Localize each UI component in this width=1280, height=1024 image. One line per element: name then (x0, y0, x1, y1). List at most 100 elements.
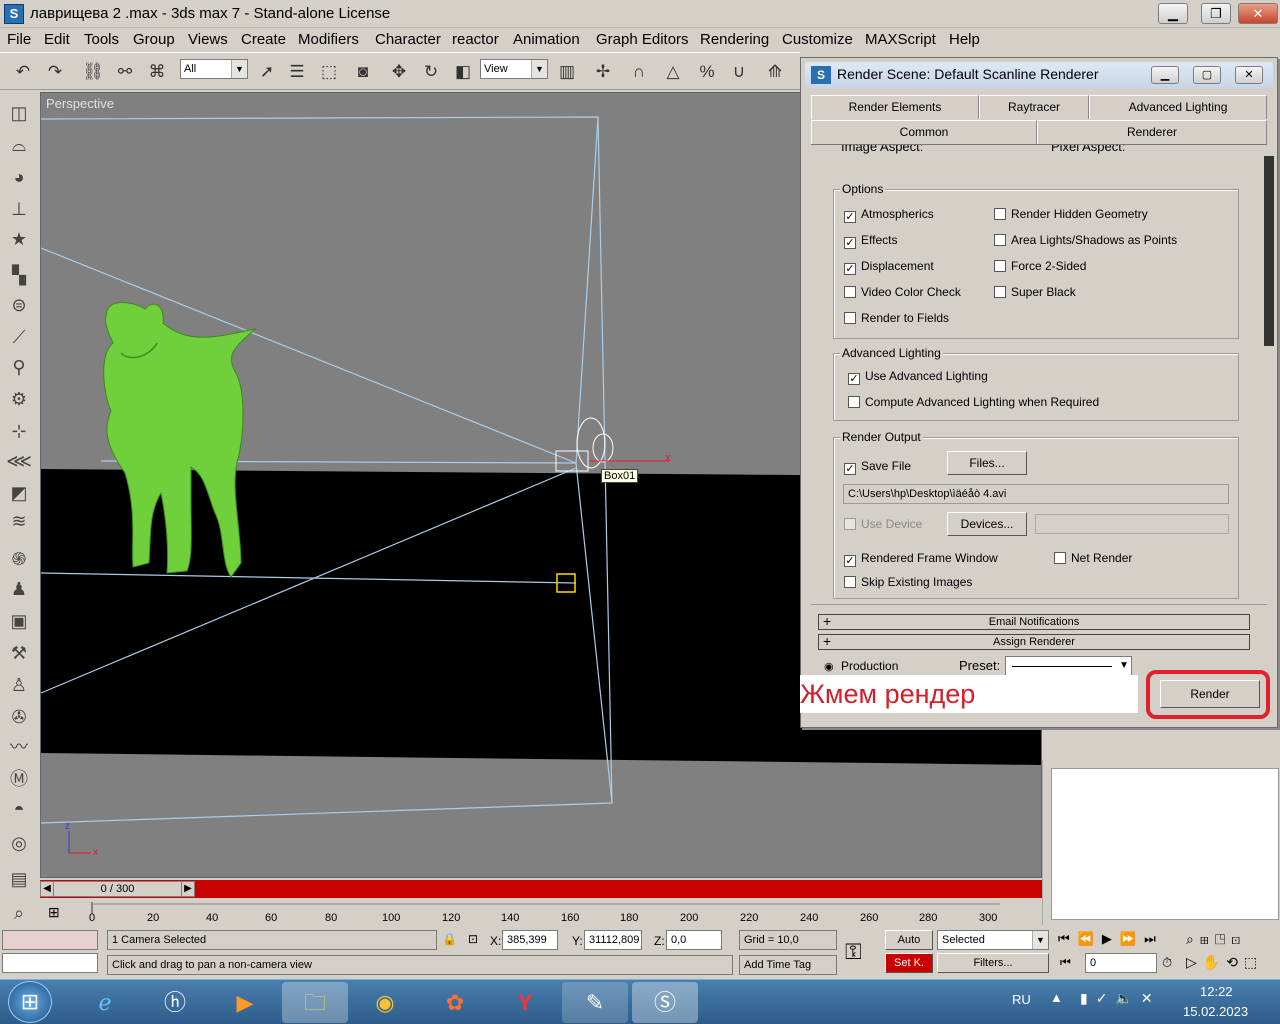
tray-icons[interactable]: ▮✓🔈✕ (1080, 990, 1161, 1007)
menu-group[interactable]: Group (133, 31, 175, 48)
timeline-ruler[interactable]: ⊞ 0 20 40 60 80 100 120 140 160 180 200 … (40, 900, 1042, 927)
next-frame-arrow-icon[interactable]: ▶ (181, 881, 195, 897)
bind-space-warp-icon[interactable]: ⌘ (144, 59, 170, 85)
zoom-icon[interactable]: ⌕ (6, 900, 32, 926)
area-lights-checkbox[interactable]: Area Lights/Shadows as Points (994, 233, 1177, 247)
menu-customize[interactable]: Customize (782, 31, 853, 48)
menu-modifiers[interactable]: Modifiers (298, 31, 359, 48)
current-frame-field[interactable]: 0 (1085, 953, 1157, 973)
force-2-sided-checkbox[interactable]: Force 2-Sided (994, 259, 1086, 273)
star-icon[interactable]: ★ (6, 226, 32, 252)
devices-button[interactable]: Devices... (947, 512, 1027, 536)
dialog-minimize-button[interactable]: ▁ (1151, 66, 1179, 84)
move-icon[interactable]: ✥ (386, 59, 412, 85)
unlink-icon[interactable]: ⚯ (112, 59, 138, 85)
time-slider[interactable]: 0 / 300 (40, 881, 195, 897)
named-selection-icon[interactable]: ⟰ (762, 59, 788, 85)
select-object-icon[interactable]: ➚ (254, 59, 280, 85)
video-color-check-checkbox[interactable]: Video Color Check (844, 285, 961, 299)
menu-reactor[interactable]: reactor (452, 31, 499, 48)
reference-coord-dropdown[interactable]: View ▼ (480, 59, 548, 79)
key-icon[interactable]: ⚿ (845, 939, 862, 965)
absolute-mode-icon[interactable]: ⊡ (468, 932, 478, 946)
effects-checkbox[interactable]: ✓ Effects (844, 233, 897, 249)
fish-icon[interactable]: ⋘ (6, 448, 32, 474)
language-indicator[interactable]: RU (1012, 992, 1031, 1007)
box-icon[interactable]: ◩ (6, 480, 32, 506)
maxscript-listener-field[interactable] (2, 930, 98, 950)
menu-create[interactable]: Create (241, 31, 286, 48)
key-mode-icon[interactable]: ⏮ (1060, 955, 1071, 970)
compute-advanced-lighting-checkbox[interactable]: Compute Advanced Lighting when Required (848, 395, 1099, 409)
time-config-icon[interactable]: ⏱ (1162, 955, 1172, 971)
email-notifications-rollout[interactable]: + Email Notifications (818, 614, 1250, 630)
wave-icon[interactable]: ≋ (6, 508, 32, 534)
menu-rendering[interactable]: Rendering (700, 31, 769, 48)
dialog-close-button[interactable]: ✕ (1235, 66, 1263, 84)
menu-edit[interactable]: Edit (44, 31, 70, 48)
internet-explorer-icon[interactable]: ℯ (72, 982, 138, 1023)
scale-icon[interactable]: ◧ (450, 59, 476, 85)
restore-button[interactable]: ❐ (1201, 3, 1231, 24)
atmospherics-checkbox[interactable]: ✓ Atmospherics (844, 207, 934, 223)
3dsmax-logo-icon[interactable]: S (4, 4, 24, 24)
link-icon[interactable]: ⛓ (80, 59, 106, 85)
close-button[interactable]: ✕ (1238, 3, 1278, 24)
tab-renderer[interactable]: Renderer (1037, 120, 1267, 144)
files-button[interactable]: Files... (947, 451, 1027, 475)
menu-help[interactable]: Help (949, 31, 980, 48)
z-coordinate-field[interactable]: 0,0 (666, 930, 722, 950)
gear-icon[interactable]: ⚙ (6, 386, 32, 412)
bone-icon[interactable]: ⚒ (6, 640, 32, 666)
menu-file[interactable]: File (7, 31, 31, 48)
start-windows-icon[interactable]: ⊞ (8, 981, 52, 1023)
manipulate-icon[interactable]: ✢ (590, 59, 616, 85)
net-render-checkbox[interactable]: Net Render (1054, 551, 1132, 565)
select-by-name-icon[interactable]: ☰ (284, 59, 310, 85)
spring-icon[interactable]: 〰 (6, 734, 32, 760)
spiral-icon[interactable]: ֍ (6, 546, 32, 572)
menu-tools[interactable]: Tools (84, 31, 119, 48)
dialog-maximize-button[interactable]: ▢ (1193, 66, 1221, 84)
helper-icon[interactable]: ⊹ (6, 418, 32, 444)
figure-icon[interactable]: ♙ (6, 672, 32, 698)
plane-icon[interactable]: ⊥ (6, 196, 32, 222)
use-advanced-lighting-checkbox[interactable]: ✓ Use Advanced Lighting (848, 369, 988, 385)
dialog-titlebar[interactable]: S Render Scene: Default Scanline Rendere… (805, 62, 1273, 88)
3dsmax-taskbar-icon[interactable]: Ⓢ (632, 982, 698, 1023)
paint-icon[interactable]: ✎ (562, 982, 628, 1023)
viewport-nav-pan-icons[interactable]: ▷✋⟲⬚ (1186, 954, 1278, 971)
clock-time[interactable]: 12:22 (1200, 984, 1233, 999)
key-filter-dropdown[interactable]: Selected ▼ (937, 930, 1049, 950)
super-black-checkbox[interactable]: Super Black (994, 285, 1076, 299)
track-view-icon[interactable]: ⊞ (48, 904, 60, 921)
use-device-checkbox[interactable]: Use Device (844, 517, 922, 531)
prev-frame-arrow-icon[interactable]: ◀ (40, 881, 54, 897)
angle-snap-icon[interactable]: △ (660, 59, 686, 85)
region-select-icon[interactable]: ⬚ (316, 59, 342, 85)
assign-renderer-rollout[interactable]: + Assign Renderer (818, 634, 1250, 650)
tray-expand-icon[interactable]: ▲ (1050, 990, 1063, 1005)
save-file-checkbox[interactable]: ✓ Save File (844, 459, 911, 475)
maxscript-mini-field[interactable] (2, 953, 98, 973)
viewport-label[interactable]: Perspective (46, 96, 114, 111)
shell-icon[interactable]: ◓ (6, 796, 32, 822)
sphere-icon[interactable]: ◕ (6, 164, 32, 190)
selection-filter-dropdown[interactable]: All ▼ (180, 59, 248, 79)
menu-maxscript[interactable]: MAXScript (865, 31, 936, 48)
wheel-icon[interactable]: ✇ (6, 704, 32, 730)
displacement-checkbox[interactable]: ✓ Displacement (844, 259, 934, 275)
letter-m-icon[interactable]: Ⓜ (6, 766, 32, 792)
viewport-nav-zoom-icons[interactable]: ⌕⊞◳⊡ (1186, 931, 1278, 948)
biped-icon[interactable]: ♟ (6, 576, 32, 602)
dialog-scrollbar[interactable] (1264, 156, 1274, 346)
checker-icon[interactable]: ▚ (6, 262, 32, 288)
percent-snap-icon[interactable]: % (694, 59, 720, 85)
wand-icon[interactable]: ⟋ (6, 324, 32, 350)
redo-icon[interactable]: ↷ (42, 59, 68, 85)
tab-advanced-lighting[interactable]: Advanced Lighting (1089, 95, 1267, 119)
skip-existing-images-checkbox[interactable]: Skip Existing Images (844, 575, 972, 589)
hp-icon[interactable]: ⓗ (142, 982, 208, 1023)
output-path-field[interactable]: C:\Users\hp\Desktop\ìäéåò 4.avi (843, 484, 1229, 504)
preset-dropdown[interactable]: ▼ (1005, 656, 1132, 676)
